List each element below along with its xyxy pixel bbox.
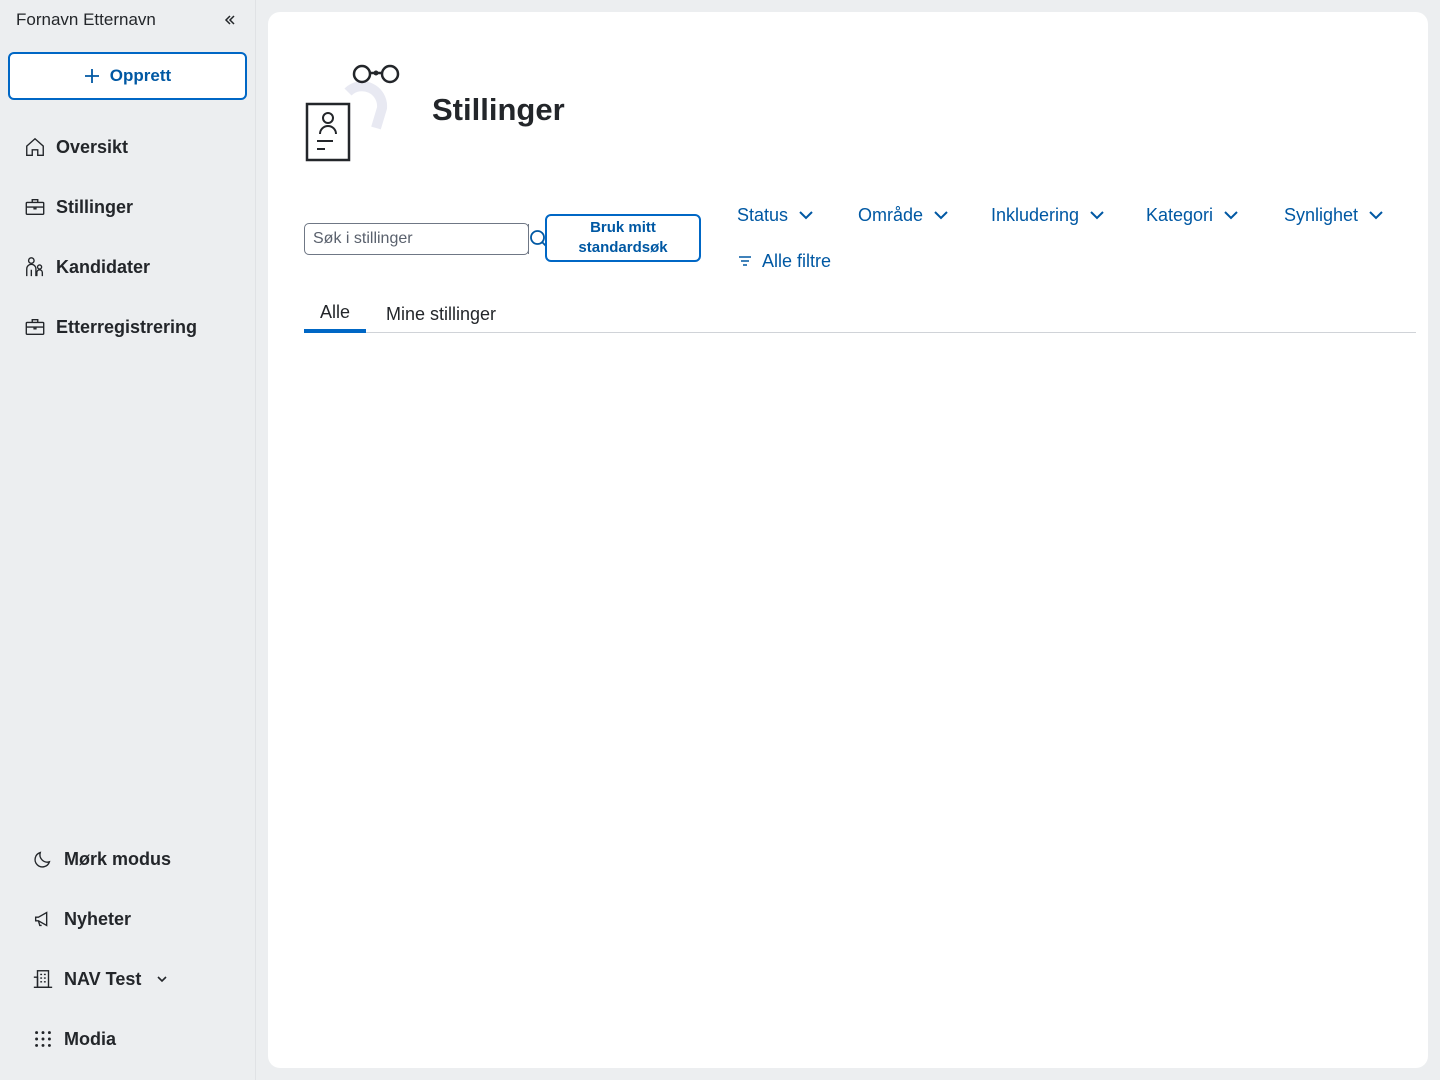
filter-synlighet[interactable]: Synlighet	[1284, 202, 1384, 228]
tab-alle[interactable]: Alle	[304, 292, 366, 333]
modia-link[interactable]: Modia	[32, 1024, 116, 1054]
app-root: Fornavn Etternavn Opprett Oversikt Still…	[0, 0, 1440, 1080]
chevron-down-icon	[934, 211, 948, 220]
standard-search-label: Bruk mitt standardsøk	[578, 219, 668, 256]
plus-icon	[84, 69, 99, 83]
sidebar-item-label: Etterregistrering	[56, 316, 198, 337]
filter-omrade[interactable]: Område	[858, 202, 949, 228]
filter-inkludering[interactable]: Inkludering	[991, 202, 1105, 228]
chevron-down-icon	[157, 976, 167, 983]
briefcase-icon	[25, 198, 45, 216]
page-title: Stillinger	[432, 92, 565, 127]
collapse-sidebar-icon[interactable]	[222, 12, 238, 28]
tab-bar: Alle Mine stillinger	[304, 292, 1416, 333]
tab-label: Mine stillinger	[386, 303, 497, 324]
all-filters-button[interactable]: Alle filtre	[737, 248, 831, 274]
filter-label: Kategori	[1146, 204, 1214, 225]
sidebar-item-etterregistrering[interactable]: Etterregistrering	[24, 312, 197, 342]
home-icon	[26, 137, 44, 156]
modia-label: Modia	[64, 1028, 116, 1049]
create-button[interactable]: Opprett	[8, 52, 247, 100]
sidebar-item-label: Kandidater	[56, 256, 151, 277]
news-label: Nyheter	[64, 908, 132, 929]
user-name: Fornavn Etternavn	[16, 10, 156, 29]
chevron-down-icon	[1090, 211, 1104, 220]
dark-mode-toggle[interactable]: Mørk modus	[32, 844, 171, 874]
filter-status[interactable]: Status	[737, 202, 814, 228]
job-listing-illustration	[305, 64, 400, 162]
megaphone-icon	[34, 911, 48, 927]
standard-search-button[interactable]: Bruk mitt standardsøk	[545, 214, 701, 262]
unit-label: NAV Test	[64, 968, 142, 989]
filter-label: Synlighet	[1284, 204, 1359, 225]
filter-label: Status	[737, 204, 789, 225]
briefcase-icon	[25, 318, 45, 336]
dark-mode-label: Mørk modus	[64, 848, 172, 869]
sidebar-item-oversikt[interactable]: Oversikt	[24, 132, 128, 162]
sidebar-item-label: Stillinger	[56, 196, 134, 217]
filter-label: Inkludering	[991, 204, 1080, 225]
building-icon	[33, 970, 53, 988]
all-filters-label: Alle filtre	[762, 250, 832, 271]
chevron-down-icon	[1369, 211, 1383, 220]
tab-label: Alle	[319, 302, 350, 322]
moon-icon	[34, 851, 51, 868]
filter-kategori[interactable]: Kategori	[1146, 202, 1239, 228]
news-button[interactable]: Nyheter	[32, 904, 131, 934]
chevron-down-icon	[799, 211, 813, 220]
search-box	[304, 223, 548, 255]
filter-icon	[739, 256, 751, 266]
unit-selector[interactable]: NAV Test	[32, 964, 169, 994]
main-content: Stillinger Bruk mitt standardsøk Status …	[268, 12, 1428, 1068]
filter-label: Område	[858, 204, 924, 225]
people-icon	[26, 257, 44, 277]
user-row: Fornavn Etternavn	[16, 8, 238, 32]
tab-mine-stillinger[interactable]: Mine stillinger	[386, 292, 496, 332]
create-button-label: Opprett	[109, 66, 172, 85]
sidebar-item-kandidater[interactable]: Kandidater	[24, 252, 150, 282]
search-input[interactable]	[305, 224, 528, 254]
sidebar: Fornavn Etternavn Opprett Oversikt Still…	[0, 0, 256, 1080]
sidebar-item-label: Oversikt	[56, 136, 129, 157]
chevron-down-icon	[1224, 211, 1238, 220]
grid-icon	[35, 1031, 51, 1047]
sidebar-item-stillinger[interactable]: Stillinger	[24, 192, 133, 222]
